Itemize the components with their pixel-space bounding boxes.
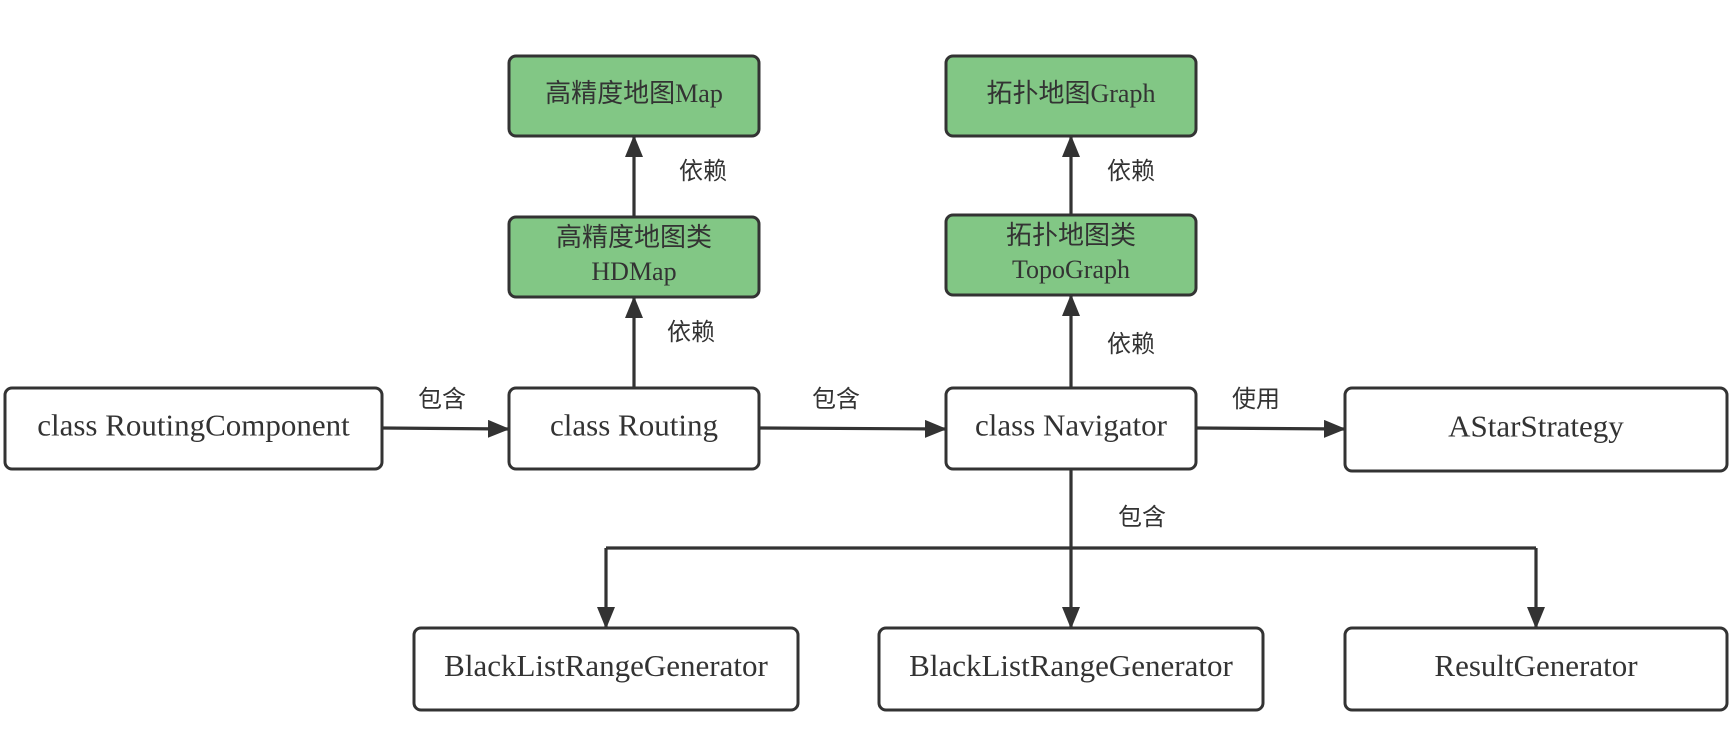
node-label: class Routing — [550, 408, 718, 443]
node-navigator: class Navigator — [944, 386, 1198, 471]
node-label: class RoutingComponent — [37, 408, 350, 443]
edge-label: 使用 — [1232, 385, 1280, 413]
node-blacklist-2: BlackListRangeGenerator — [877, 626, 1265, 712]
node-hdmap-data: 高精度地图Map — [507, 54, 761, 138]
node-label: 高精度地图类 — [556, 223, 712, 252]
edge-arrow — [1195, 419, 1346, 438]
edges-layer: 包含 包含 使用依赖依赖依赖依赖包含 — [381, 135, 1545, 629]
node-label: 拓扑地图类 — [1006, 221, 1136, 250]
edge-label: 依赖 — [1107, 157, 1155, 185]
node-result-generator: ResultGenerator — [1343, 626, 1729, 712]
node-label: 拓扑地图Graph — [987, 79, 1156, 108]
class-diagram: 包含 包含 使用依赖依赖依赖依赖包含 高精度地图Map高精度地图类HDMap拓扑地图… — [3, 54, 1729, 712]
node-label: TopoGraph — [1012, 255, 1130, 284]
node-hdmap-class: 高精度地图类 HDMap — [507, 215, 761, 299]
edge-navigator-children: 包含 — [597, 469, 1545, 629]
node-label: 高精度地图Map — [545, 79, 723, 108]
edge-label: 包含 — [418, 385, 466, 413]
node-label: class Navigator — [975, 408, 1168, 443]
edge-label: 依赖 — [679, 157, 727, 185]
node-routing: class Routing — [507, 386, 761, 471]
node-astar: AStarStrategy — [1343, 386, 1729, 473]
edge-arrow — [381, 419, 510, 438]
node-topo-class: 拓扑地图类 TopoGraph — [944, 213, 1198, 297]
edge-arrow — [758, 419, 947, 438]
edge-label: 依赖 — [1107, 330, 1155, 358]
edge-routing-navigator: 包含 — [758, 385, 947, 438]
node-label: AStarStrategy — [1448, 409, 1624, 444]
node-label: HDMap — [591, 257, 676, 286]
node-routing-component: class RoutingComponent — [3, 386, 384, 471]
nodes-layer: 高精度地图Map 高精度地图类 HDMap 拓扑地图Graph 拓扑地图类 TopoGra… — [3, 54, 1729, 712]
edge-component-routing: 包含 — [381, 385, 510, 438]
node-topo-data: 拓扑地图Graph — [944, 54, 1198, 138]
node-label: BlackListRangeGenerator — [444, 648, 768, 683]
edge-topo-graph: 依赖 — [1062, 135, 1155, 215]
node-label: BlackListRangeGenerator — [909, 648, 1233, 683]
node-label: ResultGenerator — [1434, 648, 1638, 683]
edge-navigator-astar: 使用 — [1195, 385, 1346, 438]
edge-label: 包含 — [1118, 503, 1166, 531]
node-blacklist-1: BlackListRangeGenerator — [412, 626, 800, 712]
edge-routing-hdmap: 依赖 — [625, 296, 715, 388]
edge-navigator-topo: 依赖 — [1062, 294, 1155, 388]
edge-label: 依赖 — [667, 318, 715, 346]
edge-hdmap-map: 依赖 — [625, 135, 727, 217]
edge-label: 包含 — [812, 385, 860, 413]
